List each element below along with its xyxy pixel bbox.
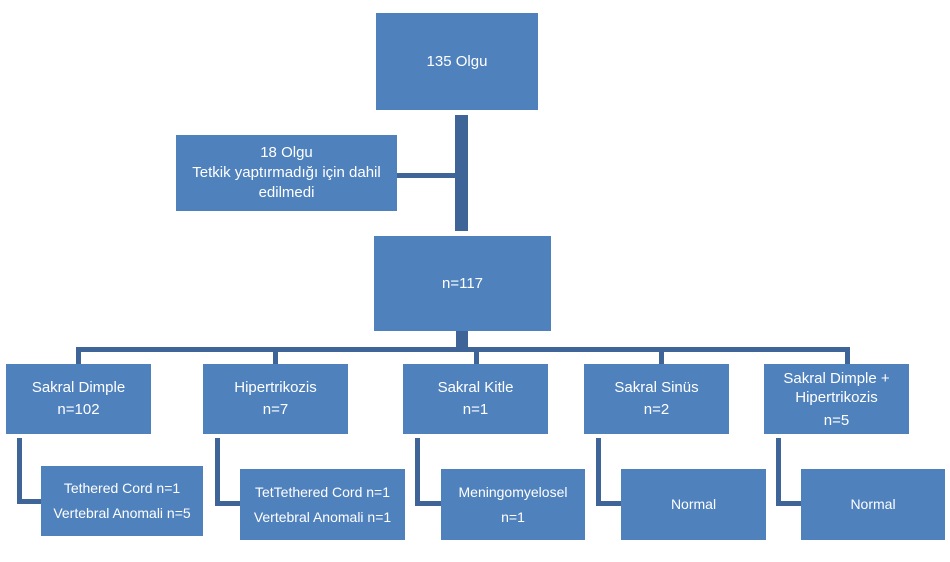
root-node: 135 Olgu [376,13,538,110]
result-node: Normal [621,469,766,540]
group-name: Sakral Dimple [31,379,126,396]
excluded-node: 18 Olgu Tetkik yaptırmadığı için dahil e… [176,135,397,211]
result-node: Normal [801,469,945,540]
result-text: Tethered Cord n=1 [63,480,181,496]
group-node: Sakral Sinüs n=2 [584,364,729,434]
connector-group-drop [845,350,850,364]
connector-group-drop [76,350,81,364]
connector-group-drop [474,350,479,364]
result-text: Vertebral Anomali n=1 [253,508,392,525]
connector-elbow-vertical [17,438,22,504]
group-name: Sakral Kitle [437,379,514,396]
included-node: n=117 [374,236,551,331]
result-text: Vertebral Anomali n=5 [53,505,191,521]
connector-elbow-vertical [596,438,601,506]
group-node: Hipertrikozis n=7 [203,364,348,434]
connector-excluded [397,173,457,178]
included-label: n=117 [441,274,483,292]
group-node: Sakral Dimple n=102 [6,364,151,434]
group-count: n=2 [643,401,670,418]
group-node: Sakral Dimple + Hipertrikozis n=5 [764,364,909,434]
group-node: Sakral Kitle n=1 [403,364,548,434]
excluded-count: 18 Olgu [260,144,313,161]
connector-group-drop [273,350,278,364]
root-label: 135 Olgu [426,52,488,70]
result-node: Tethered Cord n=1 Vertebral Anomali n=5 [41,466,203,536]
group-name: Sakral Sinüs [614,379,699,396]
connector-elbow-vertical [776,438,781,506]
connector-elbow-horizontal [776,501,801,506]
connector-elbow-vertical [415,438,420,506]
connector-elbow-vertical [215,438,220,506]
connector-elbow-horizontal [596,501,621,506]
connector-elbow-horizontal [17,499,41,504]
connector-bus [76,347,850,352]
group-name: Sakral Dimple + Hipertrikozis [783,369,890,406]
result-text: n=1 [501,508,525,525]
excluded-reason: Tetkik yaptırmadığı için dahil edilmedi [192,164,381,201]
connector-group-drop [659,350,664,364]
flowchart: 135 Olgu 18 Olgu Tetkik yaptırmadığı içi… [0,0,950,562]
group-count: n=7 [262,401,289,418]
group-count: n=102 [57,401,100,418]
connector-elbow-horizontal [415,501,441,506]
result-node: TetTethered Cord n=1 Vertebral Anomali n=… [240,469,405,540]
result-text: Meningomyelosel [458,483,568,500]
group-count: n=5 [823,411,850,429]
result-text: Normal [670,496,717,512]
result-text: TetTethered Cord n=1 [254,483,391,500]
group-name: Hipertrikozis [234,379,317,396]
result-node: Meningomyelosel n=1 [441,469,585,540]
group-count: n=1 [462,401,489,418]
connector-elbow-horizontal [215,501,240,506]
result-text: Normal [850,496,896,512]
